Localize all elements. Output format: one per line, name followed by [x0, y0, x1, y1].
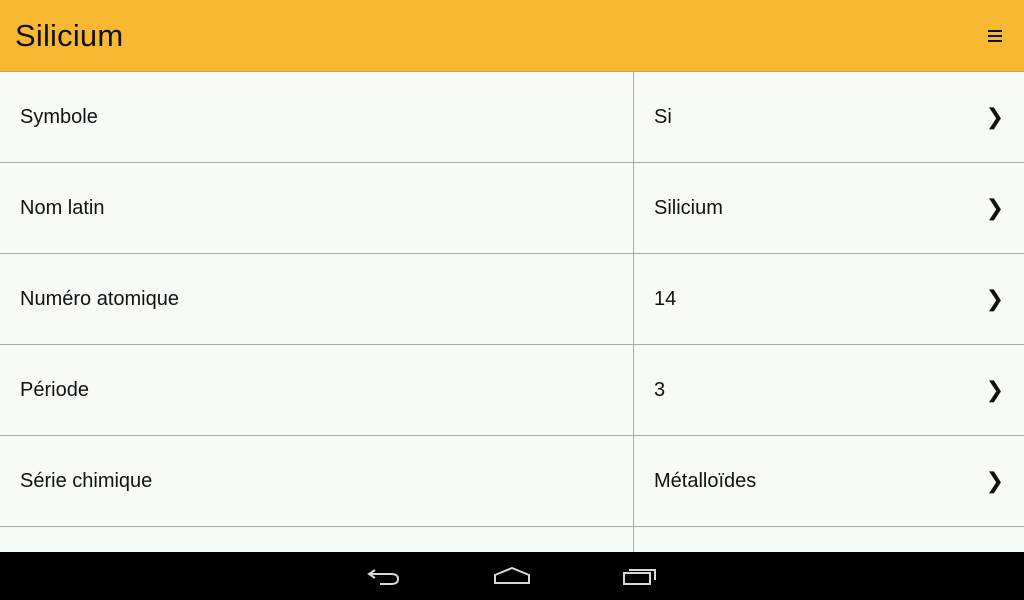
property-row-atomic-number[interactable]: Numéro atomique 14 ❯	[0, 254, 1024, 345]
property-value: 3	[654, 378, 666, 401]
property-row-partial[interactable]	[0, 527, 1024, 552]
home-icon	[494, 566, 530, 584]
chevron-right-icon: ❯	[985, 286, 1004, 311]
property-row-chemical-series[interactable]: Série chimique Métalloïdes ❯	[0, 436, 1024, 527]
element-properties-list: Symbole Si ❯ Nom latin Silicium ❯ Numéro…	[0, 72, 1024, 552]
property-value-cell[interactable]: Si ❯	[634, 72, 1024, 162]
app-bar: Silicium	[0, 0, 1024, 72]
property-row-latin-name[interactable]: Nom latin Silicium ❯	[0, 163, 1024, 254]
property-value: Silicium	[654, 196, 723, 219]
property-label: Numéro atomique	[0, 254, 634, 344]
back-button[interactable]	[320, 552, 448, 600]
property-row-period[interactable]: Période 3 ❯	[0, 345, 1024, 436]
property-value-cell[interactable]: Silicium ❯	[634, 163, 1024, 253]
chevron-right-icon: ❯	[985, 195, 1004, 220]
home-button[interactable]	[448, 552, 576, 600]
property-value-cell[interactable]: 14 ❯	[634, 254, 1024, 344]
system-navigation-bar	[0, 552, 1024, 600]
property-value-cell[interactable]: 3 ❯	[634, 345, 1024, 435]
property-label: Symbole	[0, 72, 634, 162]
property-label: Nom latin	[0, 163, 634, 253]
property-label: Série chimique	[0, 436, 634, 526]
property-value: Si	[654, 105, 672, 128]
property-row-symbol[interactable]: Symbole Si ❯	[0, 72, 1024, 163]
property-label: Période	[0, 345, 634, 435]
page-title: Silicium	[15, 17, 124, 53]
property-label	[0, 527, 634, 552]
chevron-right-icon: ❯	[985, 468, 1004, 493]
overflow-menu-button[interactable]	[982, 23, 1008, 49]
property-value: Métalloïdes	[654, 469, 757, 492]
property-value: 14	[654, 287, 677, 310]
chevron-right-icon: ❯	[985, 377, 1004, 402]
chevron-right-icon: ❯	[985, 104, 1004, 129]
recent-apps-button[interactable]	[576, 552, 704, 600]
recent-apps-icon	[623, 569, 656, 585]
property-value-cell[interactable]	[634, 527, 1024, 552]
back-icon	[367, 569, 400, 585]
property-value-cell[interactable]: Métalloïdes ❯	[634, 436, 1024, 526]
overflow-menu-icon	[988, 29, 1002, 42]
